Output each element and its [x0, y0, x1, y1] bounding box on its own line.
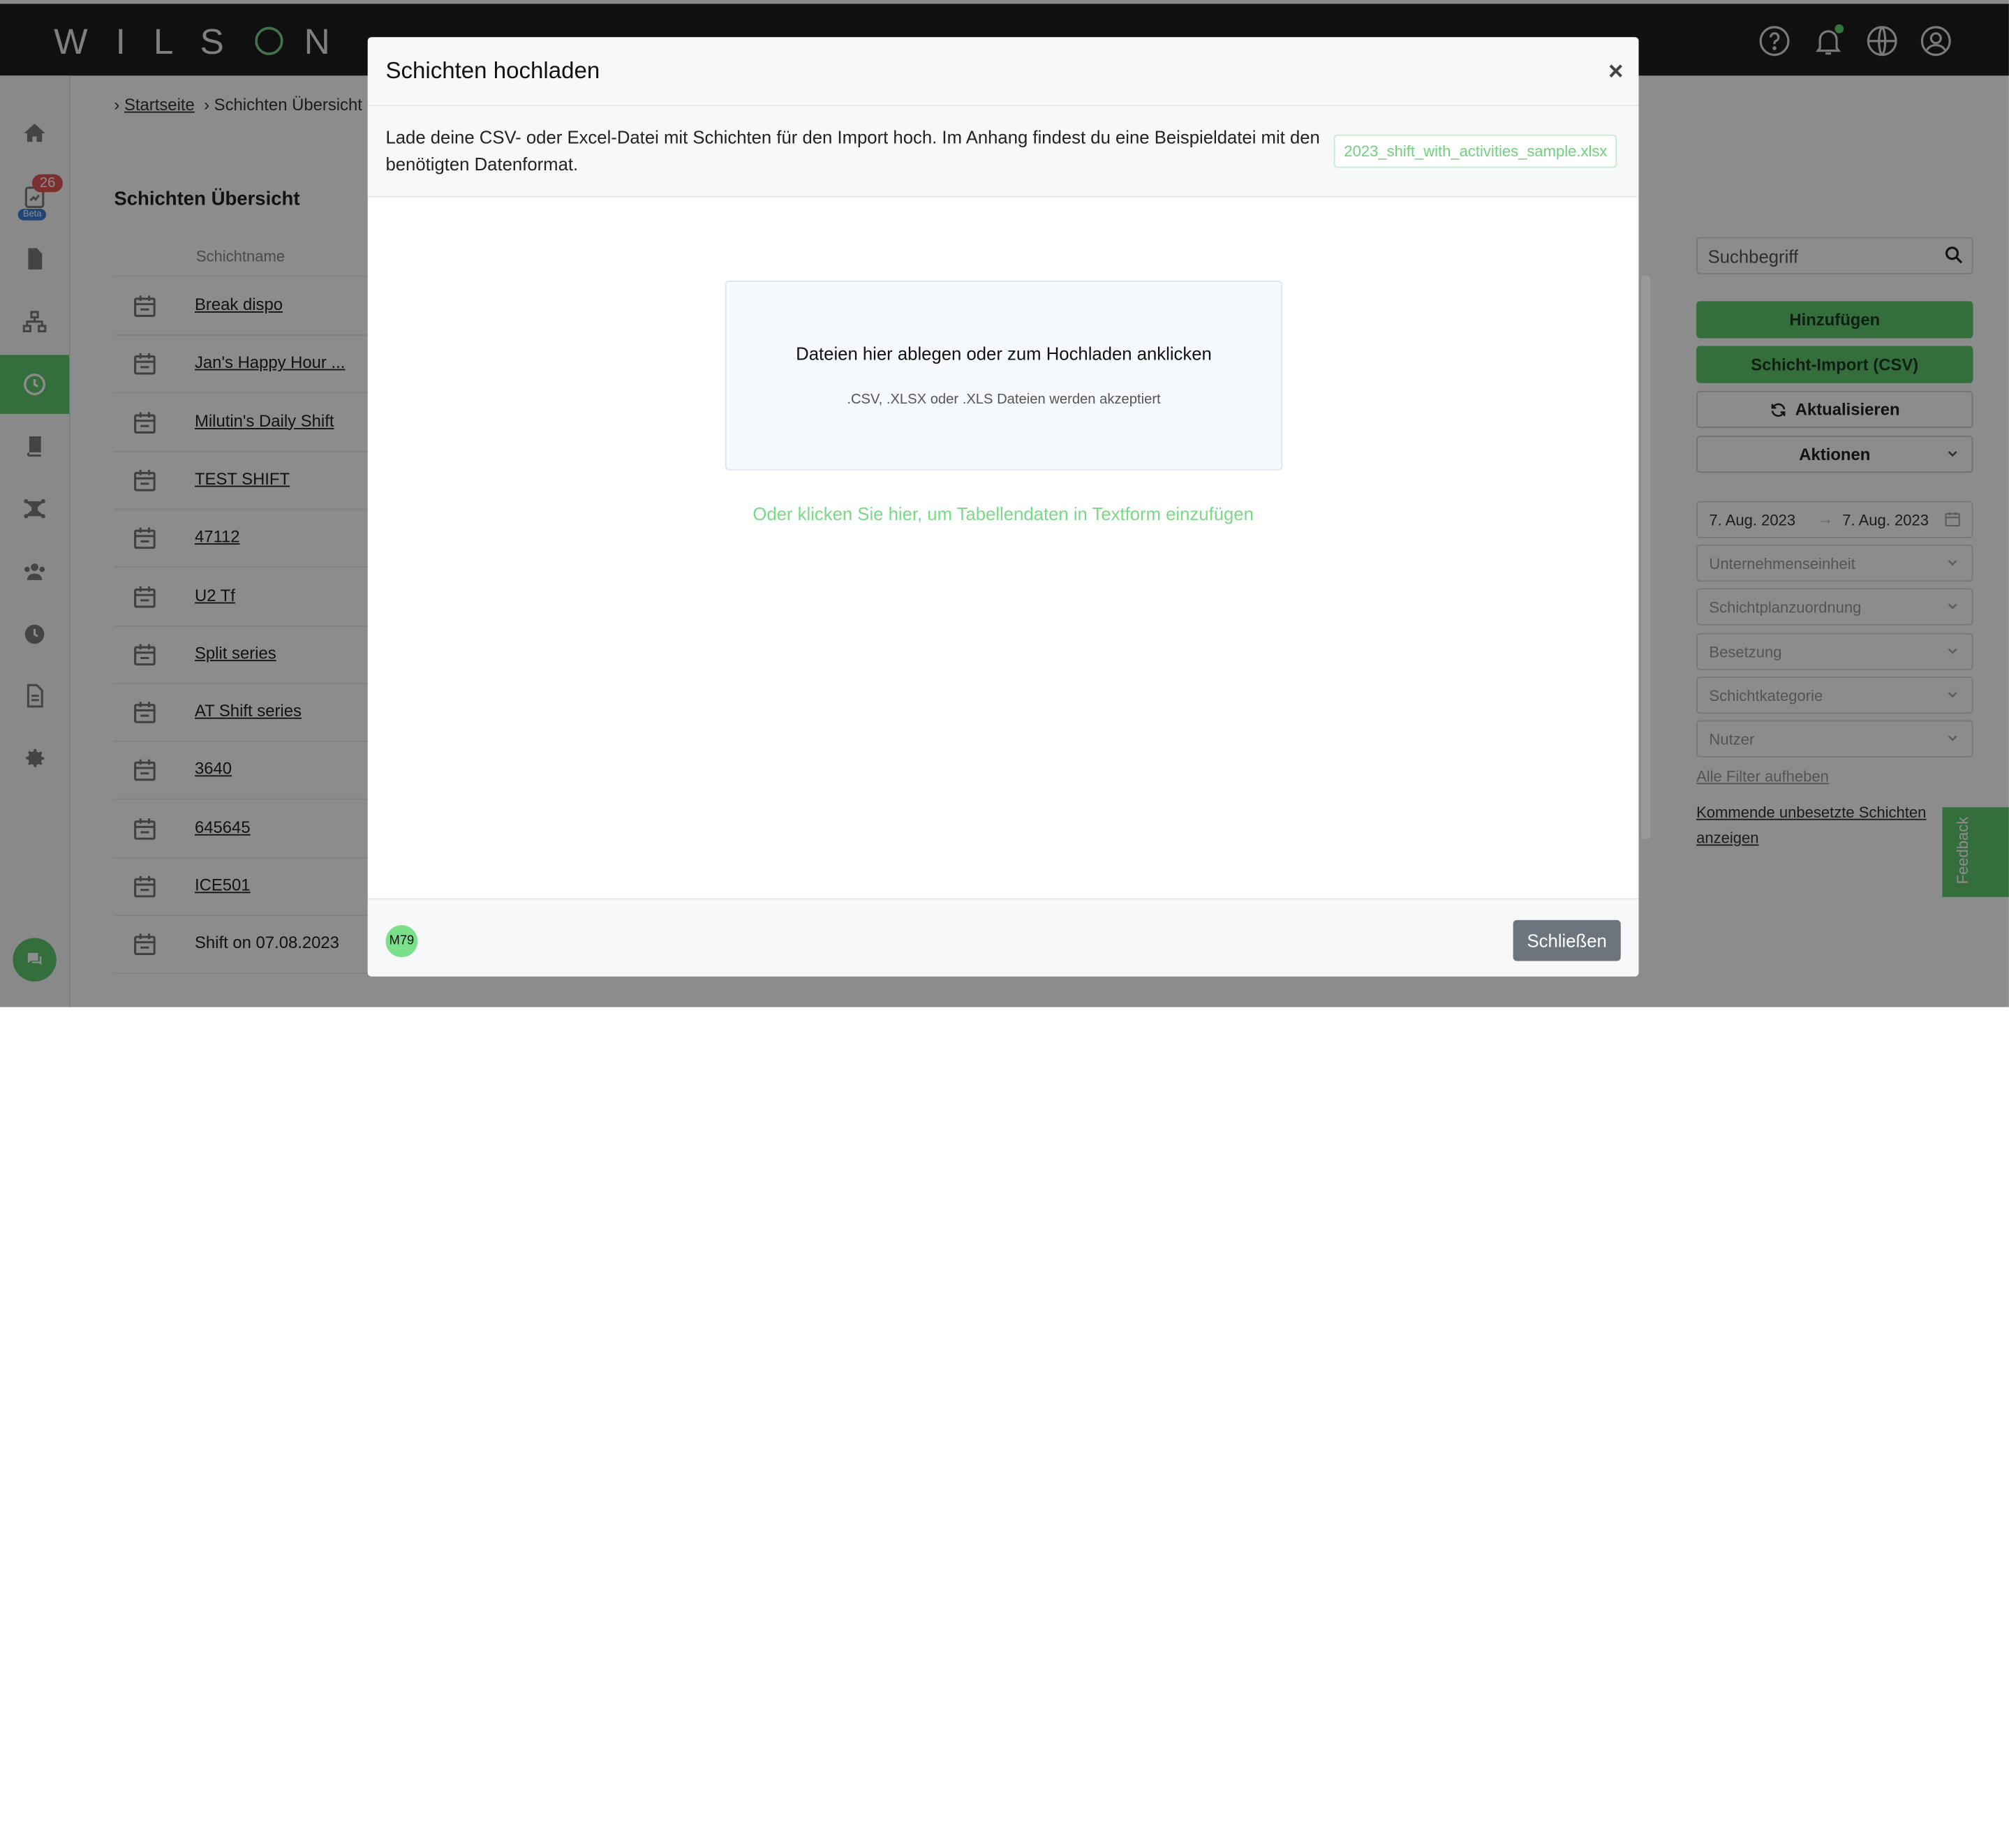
upload-shifts-modal: Schichten hochladen × Lade deine CSV- od…: [367, 37, 1639, 977]
modal-title: Schichten hochladen: [385, 57, 600, 84]
close-button[interactable]: Schließen: [1513, 919, 1621, 961]
avatar: M79: [385, 925, 418, 958]
file-dropzone[interactable]: Dateien hier ablegen oder zum Hochladen …: [725, 280, 1283, 471]
sample-file-link[interactable]: 2023_shift_with_activities_sample.xlsx: [1333, 134, 1618, 168]
page-scrollbar[interactable]: [1641, 275, 1650, 840]
paste-table-data-link[interactable]: Oder klicken Sie hier, um Tabellendaten …: [368, 503, 1639, 524]
dropzone-title: Dateien hier ablegen oder zum Hochladen …: [796, 343, 1212, 364]
modal-footer: M79 Schließen: [367, 898, 1639, 977]
close-icon[interactable]: ×: [1608, 58, 1623, 87]
modal-header: Schichten hochladen ×: [367, 37, 1639, 107]
modal-info-bar: Lade deine CSV- oder Excel-Datei mit Sch…: [367, 106, 1639, 198]
app-window: W I L S N 26 Beta › Startseite › Schicht…: [0, 0, 2009, 1007]
upload-instructions: Lade deine CSV- oder Excel-Datei mit Sch…: [385, 126, 1320, 175]
dropzone-hint: .CSV, .XLSX oder .XLS Dateien werden akz…: [847, 392, 1161, 408]
